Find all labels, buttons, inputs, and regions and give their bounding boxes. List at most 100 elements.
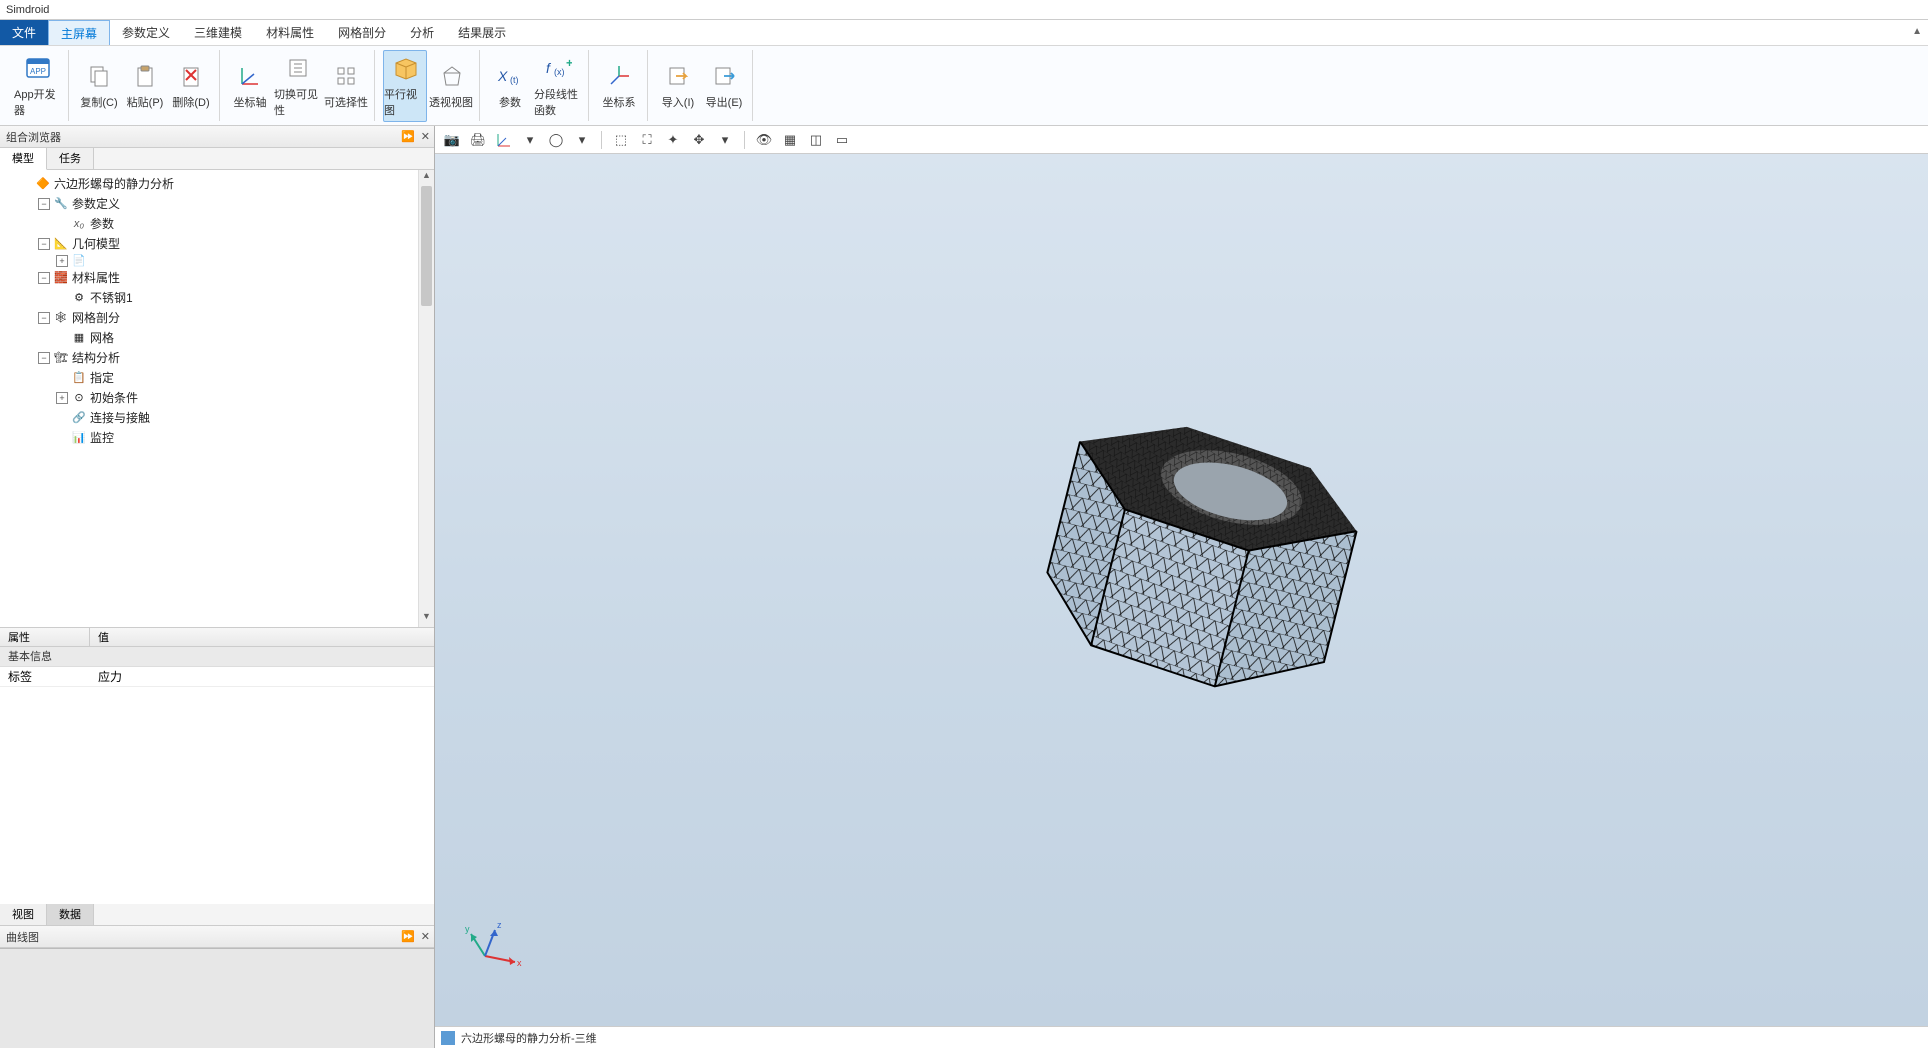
prop-row-label[interactable]: 标签 应力 bbox=[0, 667, 434, 687]
bottom-tabs: 视图 数据 bbox=[0, 904, 434, 926]
ribbon-collapse-icon[interactable]: ▲ bbox=[1912, 26, 1922, 37]
panel-close-icon[interactable]: ✕ bbox=[421, 930, 430, 943]
perspective-view-button[interactable]: 透视视图 bbox=[429, 50, 473, 122]
coordinate-triad-icon: x y z bbox=[465, 916, 525, 976]
tree-param-def[interactable]: −🔧参数定义 bbox=[38, 194, 432, 214]
menu-tab-param[interactable]: 参数定义 bbox=[110, 20, 182, 45]
clip-icon[interactable]: ◫ bbox=[805, 129, 827, 151]
tree-material-item[interactable]: ⚙不锈钢1 bbox=[56, 288, 432, 308]
hex-nut-model[interactable] bbox=[942, 370, 1422, 770]
axis-dropdown-icon[interactable]: ▾ bbox=[519, 129, 541, 151]
section-icon[interactable]: ▭ bbox=[831, 129, 853, 151]
svg-text:z: z bbox=[497, 920, 502, 930]
tab-view[interactable]: 视图 bbox=[0, 904, 47, 925]
tree-scrollbar[interactable]: ▲ ▼ bbox=[418, 170, 434, 627]
viewport: 📷 🖨 ▾ ◯ ▾ ⬚ ⛶ ✦ ✥ ▾ 👁 ▦ ◫ ▭ bbox=[435, 126, 1928, 1048]
collapse-icon[interactable]: − bbox=[38, 352, 50, 364]
app-developer-button[interactable]: APP App开发器 bbox=[14, 50, 62, 122]
tree-root[interactable]: 🔶六边形螺母的静力分析 bbox=[20, 174, 432, 194]
circle-tool-icon[interactable]: ◯ bbox=[545, 129, 567, 151]
tree-mesh-item[interactable]: ▦网格 bbox=[56, 328, 432, 348]
tab-task[interactable]: 任务 bbox=[47, 148, 94, 169]
menubar: 文件 主屏幕 参数定义 三维建模 材料属性 网格剖分 分析 结果展示 ▲ bbox=[0, 20, 1928, 46]
svg-text:(t): (t) bbox=[510, 75, 519, 85]
mesh-icon: 🕸 bbox=[54, 311, 68, 325]
monitor-icon: 📊 bbox=[72, 431, 86, 445]
tree-mesh[interactable]: −🕸网格剖分 bbox=[38, 308, 432, 328]
tree-param-item[interactable]: x₀参数 bbox=[56, 214, 432, 234]
menu-tab-analysis[interactable]: 分析 bbox=[398, 20, 446, 45]
pan-dropdown-icon[interactable]: ▾ bbox=[714, 129, 736, 151]
panel-pin-icon[interactable]: ⏩ bbox=[401, 130, 415, 143]
scroll-up-icon[interactable]: ▲ bbox=[419, 170, 434, 186]
view-cube-icon[interactable] bbox=[441, 1031, 455, 1045]
scroll-down-icon[interactable]: ▼ bbox=[419, 611, 434, 627]
axis-button[interactable]: 坐标轴 bbox=[228, 50, 272, 122]
collapse-icon[interactable]: − bbox=[38, 272, 50, 284]
svg-text:APP: APP bbox=[30, 67, 46, 76]
zoom-fit-icon[interactable]: ⛶ bbox=[636, 129, 658, 151]
property-header: 属性 值 bbox=[0, 627, 434, 647]
tree-struct-init[interactable]: +⊙初始条件 bbox=[56, 388, 432, 408]
show-hide-icon[interactable]: 👁 bbox=[753, 129, 775, 151]
prop-empty-area bbox=[0, 687, 434, 904]
circle-dropdown-icon[interactable]: ▾ bbox=[571, 129, 593, 151]
print-icon[interactable]: 🖨 bbox=[467, 129, 489, 151]
expand-icon[interactable]: + bbox=[56, 392, 68, 404]
param-icon: X(t) bbox=[496, 62, 524, 90]
mesh-display-icon[interactable]: ▦ bbox=[779, 129, 801, 151]
ribbon: APP App开发器 复制(C) 粘贴(P) 删除(D) 坐标轴 切换可见性 可… bbox=[0, 46, 1928, 126]
menu-tab-mesh[interactable]: 网格剖分 bbox=[326, 20, 398, 45]
export-button[interactable]: 导出(E) bbox=[702, 50, 746, 122]
model-tree[interactable]: 🔶六边形螺母的静力分析 −🔧参数定义 x₀参数 −📐几何模型 +📄 −🧱材料属性… bbox=[0, 170, 434, 627]
parallel-view-button[interactable]: 平行视图 bbox=[383, 50, 427, 122]
project-icon: 🔶 bbox=[36, 177, 50, 191]
menu-tab-results[interactable]: 结果展示 bbox=[446, 20, 518, 45]
zoom-window-icon[interactable]: ⬚ bbox=[610, 129, 632, 151]
browser-tabs: 模型 任务 bbox=[0, 148, 434, 170]
tree-struct-contact[interactable]: 🔗连接与接触 bbox=[56, 408, 432, 428]
tree-struct-monitor[interactable]: 📊监控 bbox=[56, 428, 432, 448]
tree-material[interactable]: −🧱材料属性 bbox=[38, 268, 432, 288]
scroll-thumb[interactable] bbox=[421, 186, 432, 306]
prop-val[interactable]: 应力 bbox=[90, 667, 130, 686]
tab-model[interactable]: 模型 bbox=[0, 148, 47, 170]
pan-icon[interactable]: ✥ bbox=[688, 129, 710, 151]
axis-toggle-icon[interactable] bbox=[493, 129, 515, 151]
collapse-icon[interactable]: − bbox=[38, 238, 50, 250]
paste-button[interactable]: 粘贴(P) bbox=[123, 50, 167, 122]
tab-data[interactable]: 数据 bbox=[47, 904, 94, 925]
panel-pin-icon[interactable]: ⏩ bbox=[401, 930, 415, 943]
piecewise-button[interactable]: f(x)+ 分段线性函数 bbox=[534, 50, 582, 122]
camera-icon[interactable]: 📷 bbox=[441, 129, 463, 151]
delete-button[interactable]: 删除(D) bbox=[169, 50, 213, 122]
tree-struct[interactable]: −🏗结构分析 bbox=[38, 348, 432, 368]
menu-tab-material[interactable]: 材料属性 bbox=[254, 20, 326, 45]
import-button[interactable]: 导入(I) bbox=[656, 50, 700, 122]
panel-close-icon[interactable]: ✕ bbox=[421, 130, 430, 143]
prop-key: 标签 bbox=[0, 667, 90, 686]
svg-text:X: X bbox=[497, 68, 508, 84]
viewport-statusbar: 六边形螺母的静力分析-三维 bbox=[435, 1026, 1928, 1048]
function-icon: f(x)+ bbox=[544, 54, 572, 82]
3d-canvas[interactable]: x y z bbox=[435, 154, 1928, 1026]
tree-geom[interactable]: −📐几何模型 bbox=[38, 234, 432, 254]
collapse-icon[interactable]: − bbox=[38, 198, 50, 210]
tree-struct-assign[interactable]: 📋指定 bbox=[56, 368, 432, 388]
menu-file[interactable]: 文件 bbox=[0, 20, 48, 45]
menu-tab-3d[interactable]: 三维建模 bbox=[182, 20, 254, 45]
part-icon: 📄 bbox=[72, 254, 86, 268]
selectable-button[interactable]: 可选择性 bbox=[324, 50, 368, 122]
collapse-icon[interactable]: − bbox=[38, 312, 50, 324]
expand-icon[interactable]: + bbox=[56, 255, 68, 267]
copy-button[interactable]: 复制(C) bbox=[77, 50, 121, 122]
left-panel: 组合浏览器 ⏩ ✕ 模型 任务 🔶六边形螺母的静力分析 −🔧参数定义 x₀参数 … bbox=[0, 126, 435, 1048]
param-button[interactable]: X(t) 参数 bbox=[488, 50, 532, 122]
toggle-visibility-button[interactable]: 切换可见性 bbox=[274, 50, 322, 122]
prop-col-attr: 属性 bbox=[0, 628, 90, 646]
paste-icon bbox=[131, 62, 159, 90]
rotate-icon[interactable]: ✦ bbox=[662, 129, 684, 151]
tree-geom-child[interactable]: +📄 bbox=[56, 254, 432, 268]
menu-tab-main[interactable]: 主屏幕 bbox=[48, 20, 110, 45]
coord-button[interactable]: 坐标系 bbox=[597, 50, 641, 122]
